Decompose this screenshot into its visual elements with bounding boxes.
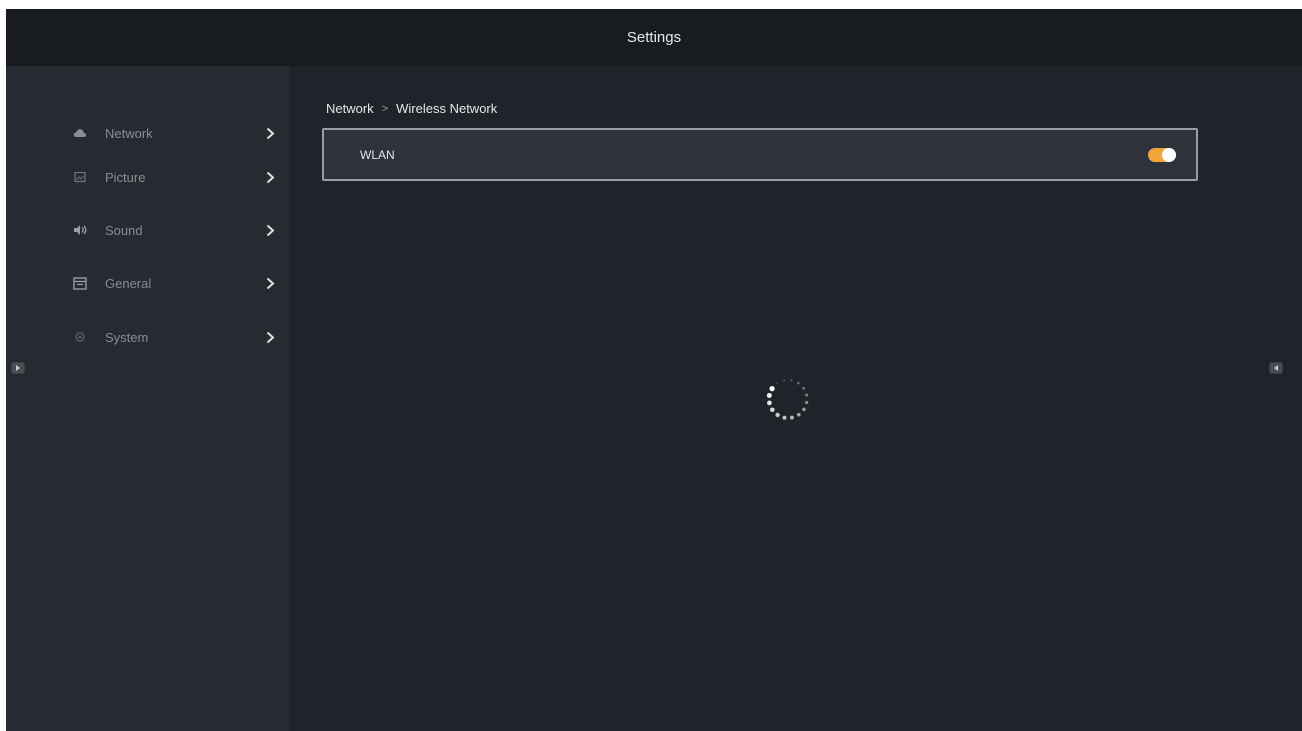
wlan-row[interactable]: WLAN — [322, 128, 1198, 181]
spinner-dot — [782, 415, 787, 420]
speaker-icon — [72, 222, 88, 238]
breadcrumb-current: Wireless Network — [396, 101, 498, 116]
sidebar-item-label: System — [105, 329, 149, 345]
sidebar-item-label: Picture — [105, 169, 146, 185]
chevron-right-icon — [263, 276, 277, 290]
sidebar: Network Picture Sound General System — [6, 66, 290, 731]
spinner-dot — [767, 400, 772, 406]
spinner-dot — [802, 386, 806, 390]
picture-icon — [72, 169, 88, 185]
expand-right-icon — [11, 361, 25, 379]
cloud-icon — [72, 125, 88, 141]
page-title: Settings — [626, 29, 682, 46]
left-edge-handle[interactable] — [10, 361, 26, 379]
expand-left-icon — [1269, 361, 1283, 379]
sidebar-item-label: Sound — [105, 222, 143, 238]
spinner-dot — [766, 393, 772, 398]
chevron-right-icon — [263, 223, 277, 237]
spinner-dot — [790, 379, 793, 382]
spinner-dot — [776, 382, 779, 385]
wlan-label: WLAN — [360, 147, 395, 162]
spinner-dot — [769, 386, 775, 392]
sidebar-item-picture[interactable]: Picture — [72, 162, 277, 192]
right-edge-handle[interactable] — [1268, 361, 1284, 379]
spinner-dot — [805, 400, 809, 405]
system-icon — [72, 329, 88, 345]
spinner-dot — [805, 393, 809, 397]
sidebar-item-sound[interactable]: Sound — [72, 215, 277, 245]
sidebar-item-label: Network — [105, 125, 153, 141]
chevron-right-icon — [263, 126, 277, 140]
spinner-dot — [797, 381, 800, 385]
settings-screen: Settings Network Picture Sound General S… — [6, 9, 1302, 731]
breadcrumb-parent[interactable]: Network — [326, 101, 374, 116]
breadcrumb-separator: > — [381, 102, 389, 115]
spinner-dot — [775, 412, 780, 418]
spinner-dot — [796, 412, 801, 417]
window-icon — [72, 275, 88, 291]
spinner-dot — [802, 407, 806, 412]
sidebar-item-network[interactable]: Network — [72, 118, 277, 148]
toggle-knob — [1162, 147, 1176, 162]
spinner-dot — [770, 407, 775, 413]
spinner-dot — [782, 379, 786, 382]
chevron-right-icon — [263, 170, 277, 184]
title-bar: Settings — [6, 9, 1302, 66]
breadcrumb: Network > Wireless Network — [326, 101, 497, 116]
sidebar-item-system[interactable]: System — [72, 322, 277, 352]
sidebar-item-general[interactable]: General — [72, 268, 277, 298]
spinner-dot — [789, 415, 794, 420]
chevron-right-icon — [263, 330, 277, 344]
wlan-toggle[interactable] — [1148, 147, 1176, 162]
loading-spinner-icon — [763, 374, 813, 424]
sidebar-item-label: General — [105, 275, 152, 291]
